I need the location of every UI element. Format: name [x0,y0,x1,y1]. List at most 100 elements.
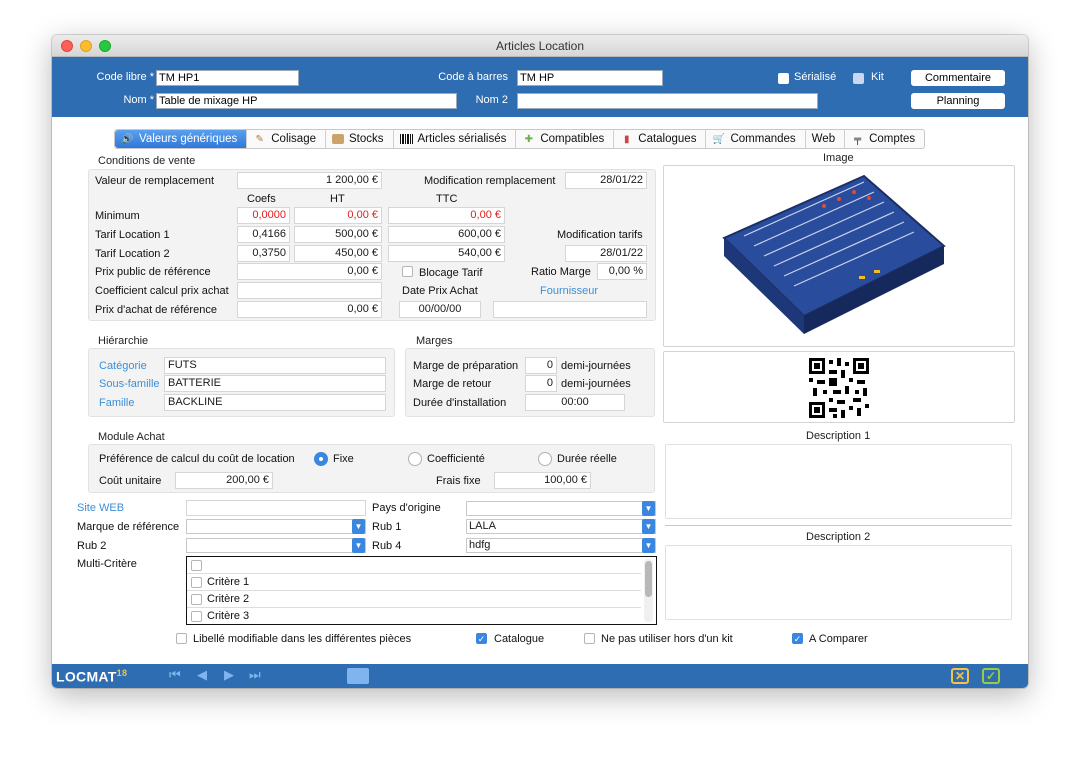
tab-articles-serialises[interactable]: Articles sérialisés [394,130,517,148]
minimize-window-button[interactable] [80,40,92,52]
footer-bar: LOCMAT18 ⏮ ◀ ▶ ⏭ ✕ ✓ [52,664,1028,688]
tab-commandes[interactable]: 🛒 Commandes [706,130,806,148]
books-icon: ▮ [624,133,630,145]
tab-stocks[interactable]: Stocks [326,130,394,148]
zoom-window-button[interactable] [99,40,111,52]
tab-comptes[interactable]: ╤ Comptes [845,130,924,148]
chevron-down-icon: ▼ [642,501,655,516]
blocage-tarif-checkbox[interactable] [402,266,413,277]
tab-web[interactable]: Web [806,130,846,148]
image-box[interactable] [663,165,1015,347]
famille-link[interactable]: Famille [99,397,134,409]
radio-duree-reelle[interactable] [538,452,552,466]
multi-critere-list[interactable]: Critère 1 Critère 2 Critère 3 [186,556,657,625]
cout-unitaire-field[interactable]: 200,00 € [175,472,273,489]
commentaire-button[interactable]: Commentaire [911,70,1005,86]
libelle-modifiable-checkbox[interactable] [176,633,187,644]
code-barres-field[interactable]: TM HP [517,70,663,86]
tarif2-ttc-field[interactable]: 540,00 € [388,245,505,262]
critere-checkbox[interactable] [191,611,202,622]
rub1-select[interactable]: LALA ▼ [466,519,656,534]
minimum-ht-field[interactable]: 0,00 € [294,207,382,224]
close-window-button[interactable] [61,40,73,52]
minimum-ttc-field[interactable]: 0,00 € [388,207,505,224]
prix-public-field[interactable]: 0,00 € [237,263,382,280]
sous-famille-link[interactable]: Sous-famille [99,378,160,390]
famille-field[interactable]: BACKLINE [164,394,386,411]
tab-label: Valeurs génériques [139,133,238,145]
pays-origine-select[interactable]: ▼ [466,501,656,516]
critere-checkbox[interactable] [191,594,202,605]
serialise-label: Sérialisé [794,71,837,83]
nom2-field[interactable] [517,93,818,109]
marque-reference-label: Marque de référence [77,521,180,533]
validate-icon[interactable]: ✓ [982,668,1000,684]
valeur-remplacement-field[interactable]: 1 200,00 € [237,172,382,189]
nom-field[interactable]: Table de mixage HP [156,93,457,109]
list-item[interactable]: Critère 2 [187,591,641,608]
list-item[interactable]: Critère 3 [187,608,641,624]
code-libre-field[interactable]: TM HP1 [156,70,299,86]
tarif1-ttc-field[interactable]: 600,00 € [388,226,505,243]
first-record-icon[interactable]: ⏮ [169,667,181,683]
serialise-checkbox[interactable] [778,73,789,84]
tarif1-coef-field[interactable]: 0,4166 [237,226,290,243]
marque-reference-select[interactable]: ▼ [186,519,366,534]
date-prix-achat-field[interactable]: 00/00/00 [399,301,481,318]
marge-preparation-field[interactable]: 0 [525,357,557,374]
modif-remplacement-field[interactable]: 28/01/22 [565,172,647,189]
catalogue-checkbox[interactable]: ✓ [476,633,487,644]
folder-icon[interactable] [347,668,369,684]
window-title: Articles Location [495,39,585,53]
radio-coefficiente[interactable] [408,452,422,466]
kit-checkbox[interactable] [853,73,864,84]
minimum-coef-field[interactable]: 0,0000 [237,207,290,224]
categorie-field[interactable]: FUTS [164,357,386,374]
marge-retour-field[interactable]: 0 [525,375,557,392]
radio-fixe[interactable] [314,452,328,466]
accounting-icon: ╤ [854,133,862,145]
next-record-icon[interactable]: ▶ [224,667,234,683]
planning-button[interactable]: Planning [911,93,1005,109]
sound-icon: 🔊 [121,133,134,145]
minimum-label: Minimum [95,210,140,222]
duree-installation-field[interactable]: 00:00 [525,394,625,411]
list-item[interactable]: Critère 1 [187,574,641,591]
fournisseur-link[interactable]: Fournisseur [540,285,598,297]
tab-colisage[interactable]: ✎ Colisage [247,130,326,148]
barcode-icon [399,134,413,144]
list-scrollbar[interactable] [644,559,653,622]
previous-record-icon[interactable]: ◀ [197,667,207,683]
sous-famille-field[interactable]: BATTERIE [164,375,386,392]
hors-kit-checkbox[interactable] [584,633,595,644]
modif-tarifs-field[interactable]: 28/01/22 [565,245,647,262]
critere-checkbox[interactable] [191,577,202,588]
a-comparer-checkbox[interactable]: ✓ [792,633,803,644]
coef-calcul-field[interactable] [237,282,382,299]
prix-achat-field[interactable]: 0,00 € [237,301,382,318]
frais-fixe-field[interactable]: 100,00 € [494,472,591,489]
modif-remplacement-label: Modification remplacement [424,175,556,187]
categorie-link[interactable]: Catégorie [99,360,147,372]
last-record-icon[interactable]: ⏭ [249,667,261,683]
tab-valeurs-generiques[interactable]: 🔊 Valeurs génériques [115,130,248,148]
module-achat-section-title: Module Achat [98,431,165,443]
tarif2-label: Tarif Location 2 [95,248,170,260]
list-item[interactable] [187,557,641,574]
site-web-field[interactable] [186,500,366,516]
cancel-icon[interactable]: ✕ [951,668,969,684]
description2-textarea[interactable] [665,545,1012,620]
critere-checkbox[interactable] [191,560,202,571]
fournisseur-field[interactable] [493,301,647,318]
ratio-marge-field[interactable]: 0,00 % [597,263,647,280]
scrollbar-thumb[interactable] [645,561,652,597]
rub4-select[interactable]: hdfg ▼ [466,538,656,553]
site-web-link[interactable]: Site WEB [77,502,124,514]
tab-compatibles[interactable]: ✚ Compatibles [516,130,615,148]
description1-textarea[interactable] [665,444,1012,519]
tarif2-ht-field[interactable]: 450,00 € [294,245,382,262]
tarif1-ht-field[interactable]: 500,00 € [294,226,382,243]
tarif2-coef-field[interactable]: 0,3750 [237,245,290,262]
rub2-select[interactable]: ▼ [186,538,366,553]
tab-catalogues[interactable]: ▮ Catalogues [614,130,707,148]
